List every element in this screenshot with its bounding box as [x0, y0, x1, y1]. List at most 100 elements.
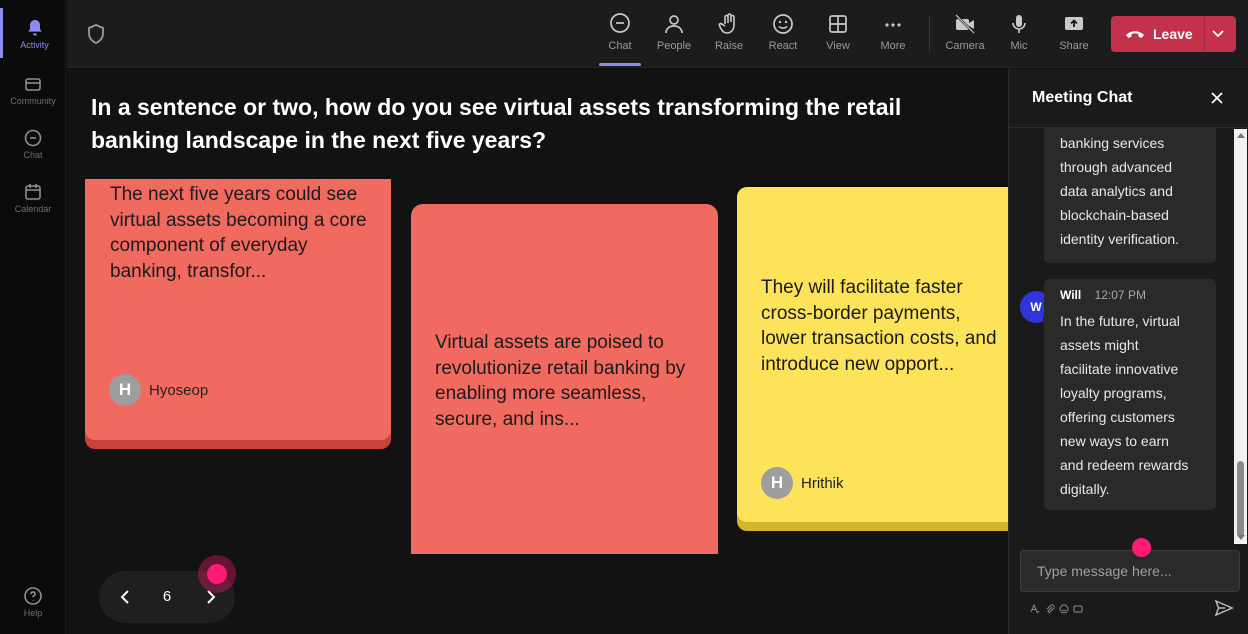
toolbar-react-button[interactable]: React	[755, 0, 811, 68]
message-meta: Will 12:07 PM	[1060, 287, 1200, 303]
response-card[interactable]: The next five years could see virtual as…	[85, 179, 391, 440]
message-line: offering customers	[1060, 409, 1175, 425]
smiley-icon	[773, 14, 793, 34]
grid-icon	[829, 15, 847, 33]
rail-label-chat: Chat	[23, 150, 43, 160]
message-line: data analytics and	[1060, 183, 1173, 199]
avatar: H	[109, 374, 141, 406]
community-icon	[25, 78, 41, 91]
emoji-icon[interactable]	[1059, 604, 1069, 614]
pointer-highlight	[198, 555, 236, 593]
message-line: banking services	[1060, 135, 1165, 151]
rail-label-activity: Activity	[20, 40, 49, 50]
send-icon[interactable]	[1214, 599, 1234, 617]
toolbar-label-people: People	[656, 40, 692, 52]
scroll-down-arrow-icon[interactable]	[1237, 535, 1245, 540]
chat-icon	[24, 129, 42, 147]
response-card[interactable]: Virtual assets are poised to revolutioni…	[411, 204, 718, 554]
message-line: through advanced	[1060, 159, 1173, 175]
toolbar-label-raise: Raise	[714, 40, 744, 52]
message-line: digitally.	[1060, 481, 1110, 497]
response-text: The next five years could see virtual as…	[110, 184, 367, 282]
pointer-highlight	[1132, 538, 1151, 557]
author-name: Hrithik	[801, 474, 844, 492]
toolbar-raise-button[interactable]: Raise	[701, 0, 757, 68]
response-text: They will facilitate faster cross-border …	[761, 277, 997, 375]
toolbar-label-view: View	[826, 40, 850, 52]
message-line: and redeem rewards	[1060, 457, 1189, 473]
question-title: In a sentence or two, how do you see vir…	[91, 94, 902, 153]
toolbar-label-chat: Chat	[608, 40, 632, 52]
toolbar-camera-button[interactable]: Camera	[937, 0, 993, 68]
toolbar-more-button[interactable]: More	[865, 0, 921, 68]
meeting-chat-panel: Meeting Chat banking services through ad…	[1008, 69, 1248, 634]
toolbar-mic-button[interactable]: Mic	[991, 0, 1047, 68]
toolbar-label-share: Share	[1059, 40, 1089, 52]
rail-label-community: Community	[10, 96, 56, 106]
avatar-initial: W	[1030, 300, 1042, 314]
rail-item-chat[interactable]: Chat	[0, 118, 66, 168]
leave-button[interactable]: Leave	[1111, 16, 1236, 52]
sender-name: Will	[1060, 288, 1082, 302]
close-icon[interactable]	[1209, 90, 1225, 106]
toolbar-label-camera: Camera	[945, 40, 985, 52]
toolbar-share-button[interactable]: Share	[1046, 0, 1102, 68]
message-time: 12:07 PM	[1094, 288, 1146, 302]
attach-icon[interactable]	[1045, 604, 1055, 614]
toolbar-label-more: More	[880, 40, 906, 52]
microphone-icon	[1012, 15, 1026, 33]
toolbar-people-button[interactable]: People	[646, 0, 702, 68]
toolbar-divider	[929, 16, 930, 52]
camera-off-icon	[955, 14, 975, 34]
leave-options-chevron-down-icon[interactable]	[1204, 16, 1230, 52]
people-icon	[665, 15, 683, 34]
share-icon	[1065, 17, 1083, 30]
raise-hand-icon	[718, 13, 735, 34]
chat-bubble-icon	[610, 13, 630, 33]
avatar: H	[761, 467, 793, 499]
app-rail: Activity Community Chat Calendar Help	[0, 0, 66, 634]
hang-up-icon	[1126, 31, 1144, 38]
shield-icon[interactable]	[87, 24, 105, 44]
message-line: blockchain-based	[1060, 207, 1169, 223]
scroll-up-arrow-icon[interactable]	[1237, 133, 1245, 138]
rail-label-help: Help	[23, 608, 43, 618]
help-icon	[24, 587, 42, 605]
calendar-icon	[25, 184, 41, 200]
response-text: Virtual assets are poised to revolutioni…	[435, 332, 686, 430]
rail-item-community[interactable]: Community	[0, 64, 66, 114]
message-line: assets might	[1060, 337, 1139, 353]
rail-item-activity[interactable]: Activity	[0, 8, 66, 58]
chat-scrollbar[interactable]	[1234, 129, 1247, 544]
toolbar-label-react: React	[768, 40, 798, 52]
scroll-thumb[interactable]	[1237, 461, 1244, 537]
message-line: facilitate innovative	[1060, 361, 1179, 377]
chat-message: banking services through advanced data a…	[1044, 128, 1216, 263]
meeting-toolbar: Chat People Raise React View More Camera…	[67, 0, 1248, 68]
response-author: H Hyoseop	[109, 374, 208, 406]
response-card[interactable]: They will facilitate faster cross-border …	[737, 187, 1008, 522]
rail-label-calendar: Calendar	[14, 204, 52, 214]
presentation-stage: In a sentence or two, how do you see vir…	[67, 69, 1008, 634]
chat-message-input[interactable]	[1020, 550, 1240, 592]
rail-item-help[interactable]: Help	[0, 576, 66, 626]
toolbar-chat-button[interactable]: Chat	[592, 0, 648, 68]
chat-title: Meeting Chat	[1032, 89, 1133, 106]
leave-label: Leave	[1153, 26, 1193, 42]
author-name: Hyoseop	[149, 381, 209, 399]
message-line: loyalty programs,	[1060, 385, 1167, 401]
more-dots-icon	[885, 23, 901, 27]
page-number: 6	[162, 588, 172, 605]
chevron-left-icon[interactable]	[117, 588, 135, 606]
message-line: new ways to earn	[1060, 433, 1169, 449]
message-line: In the future, virtual	[1060, 313, 1180, 329]
format-text-icon[interactable]	[1030, 604, 1040, 614]
chat-message: Will 12:07 PM In the future, virtual ass…	[1044, 279, 1216, 510]
rail-item-calendar[interactable]: Calendar	[0, 172, 66, 222]
toolbar-label-mic: Mic	[1010, 40, 1028, 52]
gif-icon[interactable]	[1073, 604, 1083, 614]
bell-icon	[27, 20, 42, 36]
toolbar-view-button[interactable]: View	[810, 0, 866, 68]
message-line: identity verification.	[1060, 231, 1180, 247]
response-author: H Hrithik	[761, 467, 844, 499]
